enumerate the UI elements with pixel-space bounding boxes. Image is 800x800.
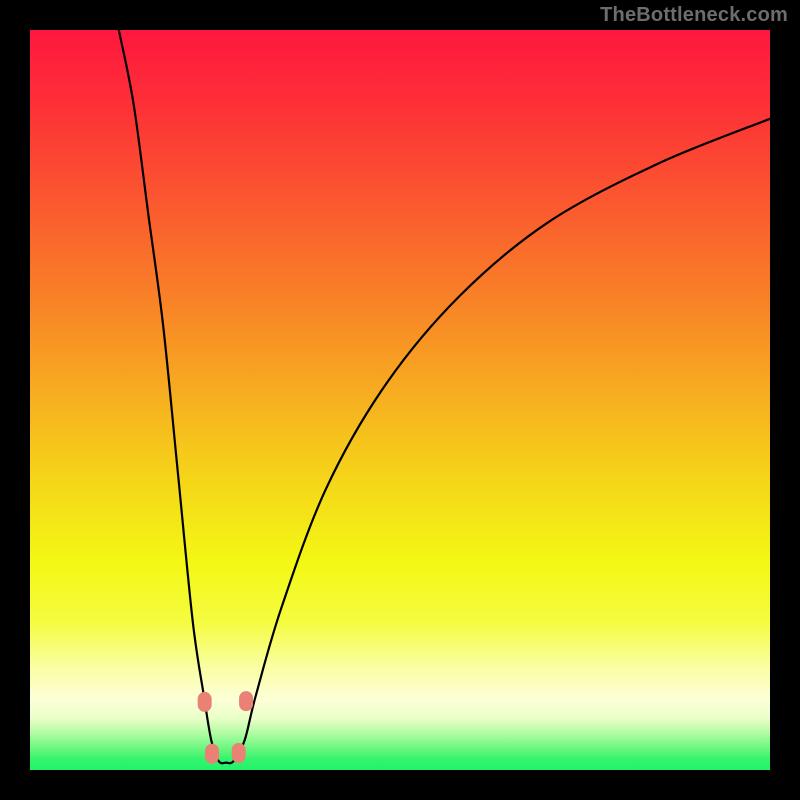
chart-frame: TheBottleneck.com — [0, 0, 800, 800]
curve-marker — [198, 692, 212, 712]
watermark-text: TheBottleneck.com — [600, 4, 788, 27]
curve-marker — [205, 744, 219, 764]
curve-marker — [232, 743, 246, 763]
curve-markers — [30, 30, 770, 770]
plot-area — [30, 30, 770, 770]
curve-marker — [239, 691, 253, 711]
